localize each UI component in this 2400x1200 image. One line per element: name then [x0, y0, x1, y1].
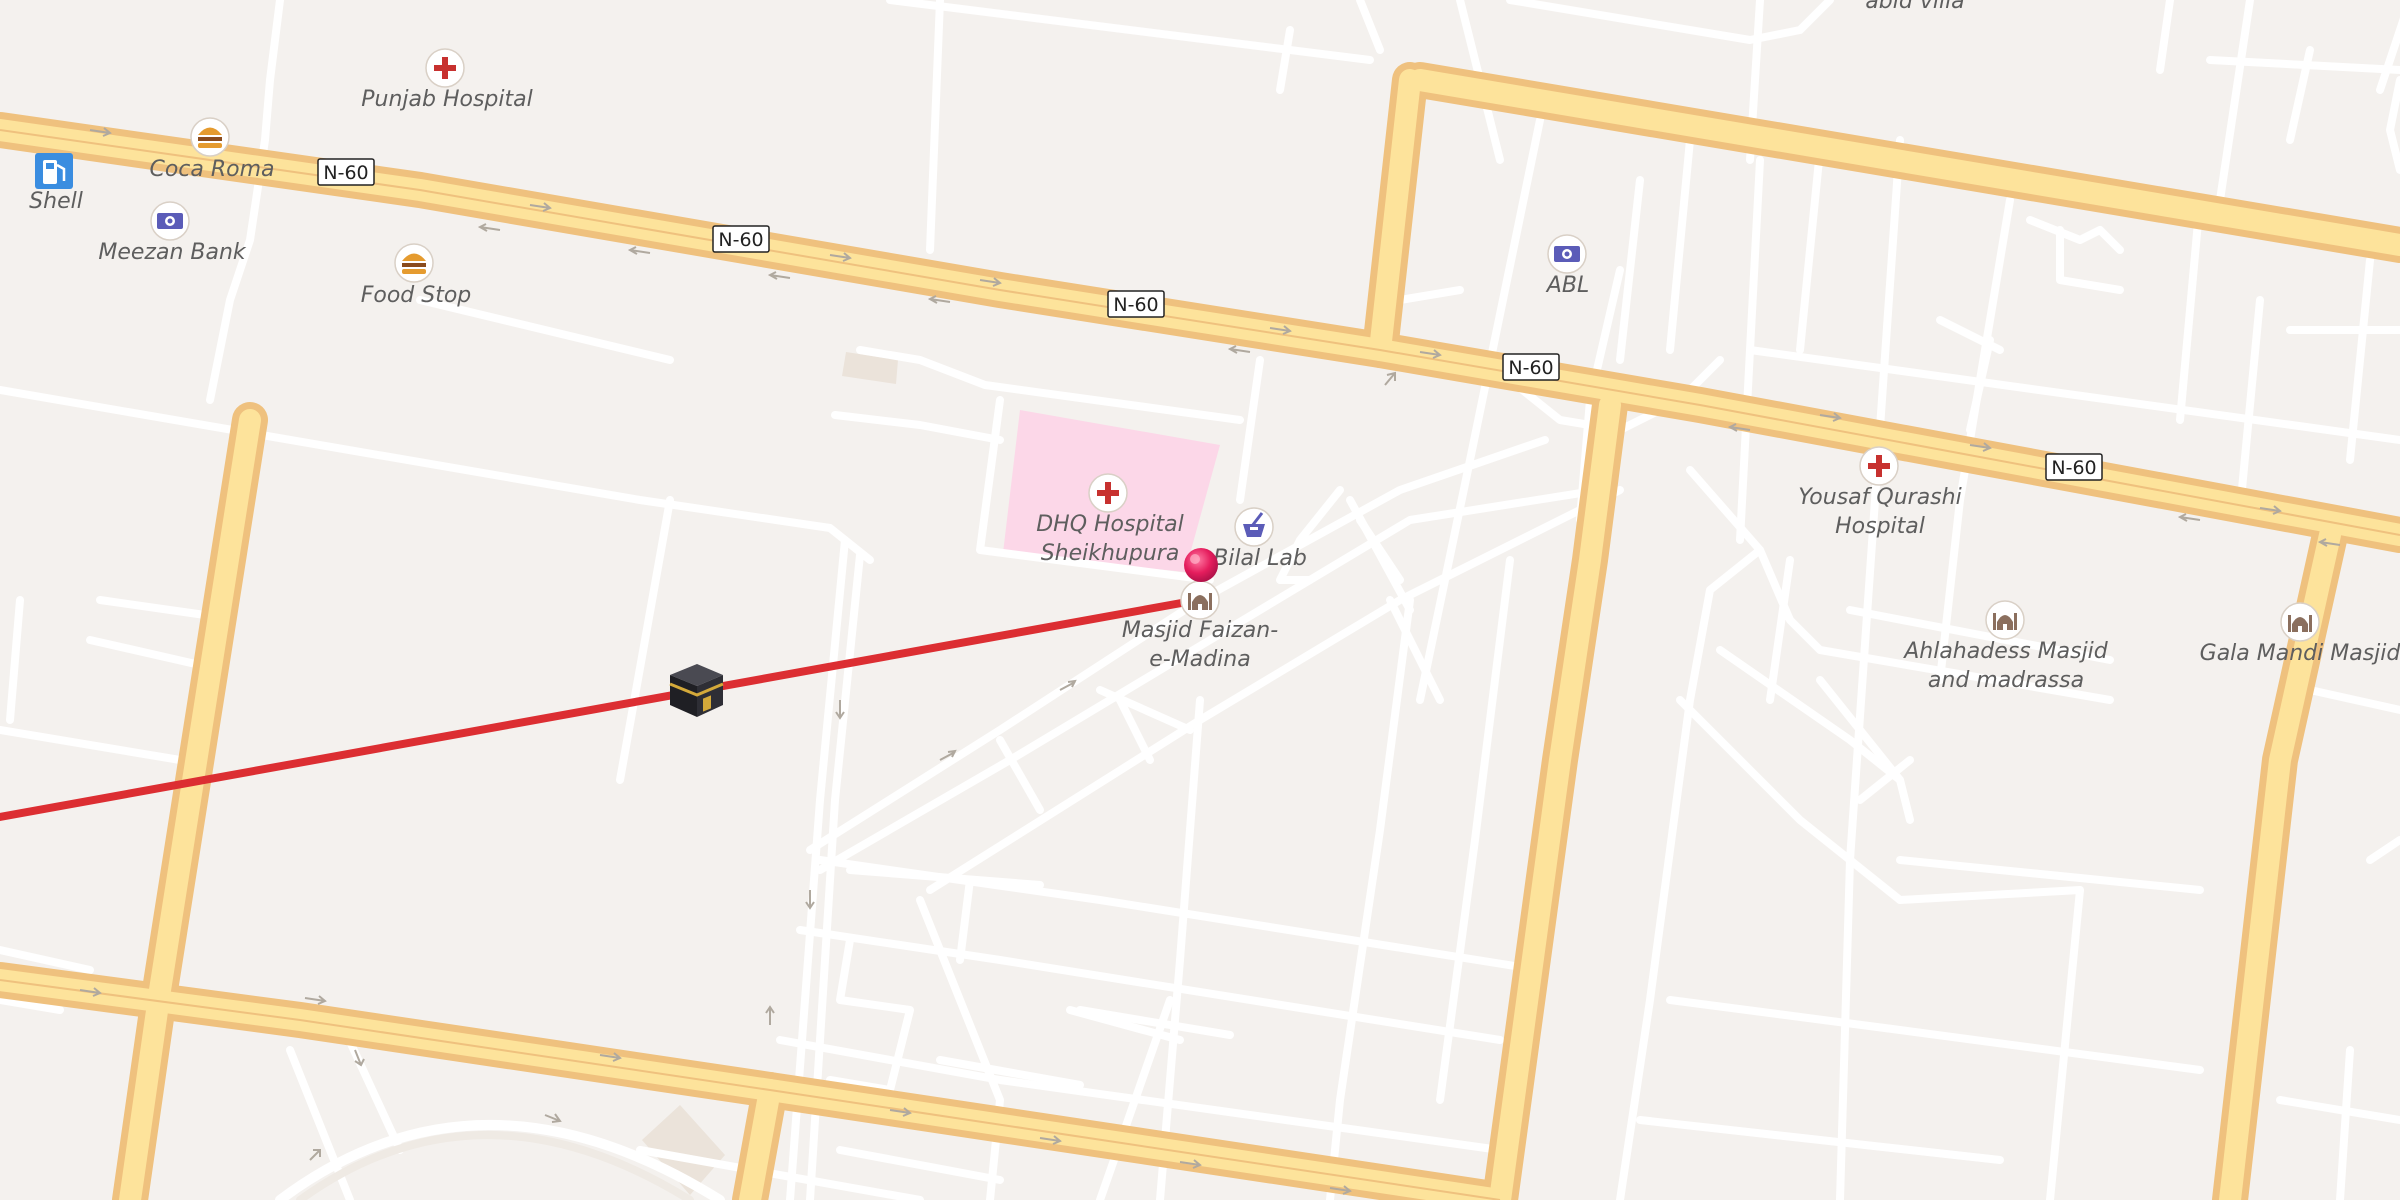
- banknote-icon: [150, 201, 190, 241]
- poi-label: Bilal Lab: [1213, 546, 1307, 571]
- poi-label: Coca Roma: [149, 157, 274, 182]
- poi-label: and madrassa: [1928, 668, 2084, 693]
- poi-label: Meezan Bank: [98, 240, 247, 265]
- poi-label: e-Madina: [1149, 647, 1250, 672]
- poi-label: Yousaf Qurashi: [1798, 485, 1961, 510]
- poi-label: Sheikhupura: [1041, 541, 1180, 566]
- road-shield-label: N-60: [1113, 294, 1158, 316]
- poi-label-abid-villa: abid villa: [1865, 0, 1964, 14]
- burger-icon: [394, 243, 434, 283]
- road-shield-3: N-60: [1107, 290, 1165, 318]
- banknote-icon: [1547, 234, 1587, 274]
- mosque-icon: [1985, 600, 2025, 640]
- poi-label: Food Stop: [361, 283, 472, 308]
- poi-label: Punjab Hospital: [361, 87, 532, 112]
- road-shield-label: N-60: [718, 229, 763, 251]
- road-shield-label: N-60: [1508, 357, 1553, 379]
- poi-label: ABL: [1545, 273, 1589, 298]
- poi-label: Gala Mandi Masjid: [2200, 641, 2400, 666]
- location-pin-icon[interactable]: [1184, 548, 1218, 582]
- road-shield-label: N-60: [323, 162, 368, 184]
- burger-icon: [190, 117, 230, 157]
- poi-label: Masjid Faizan-: [1122, 618, 1278, 643]
- road-shield-4: N-60: [1502, 353, 1560, 381]
- poi-label: Ahlahadess Masjid: [1902, 639, 2109, 664]
- fuel-pump-icon: [35, 153, 73, 189]
- road-shield-5: N-60: [2045, 453, 2103, 481]
- road-shield-label: N-60: [2051, 457, 2096, 479]
- road-shield-2: N-60: [712, 225, 770, 253]
- map-canvas[interactable]: N-60 N-60 N-60 N-60 N-60 Punjab Hospital…: [0, 0, 2400, 1200]
- poi-label: Hospital: [1835, 514, 1925, 539]
- hospital-cross-icon: [1088, 473, 1128, 513]
- hospital-cross-icon: [1859, 446, 1899, 486]
- mosque-icon: [2280, 602, 2320, 642]
- road-shield-1: N-60: [317, 158, 375, 186]
- mortar-pestle-icon: [1234, 507, 1274, 547]
- hospital-cross-icon: [425, 48, 465, 88]
- poi-label: DHQ Hospital: [1036, 512, 1184, 537]
- mosque-icon: [1180, 580, 1220, 620]
- poi-label: Shell: [29, 189, 83, 214]
